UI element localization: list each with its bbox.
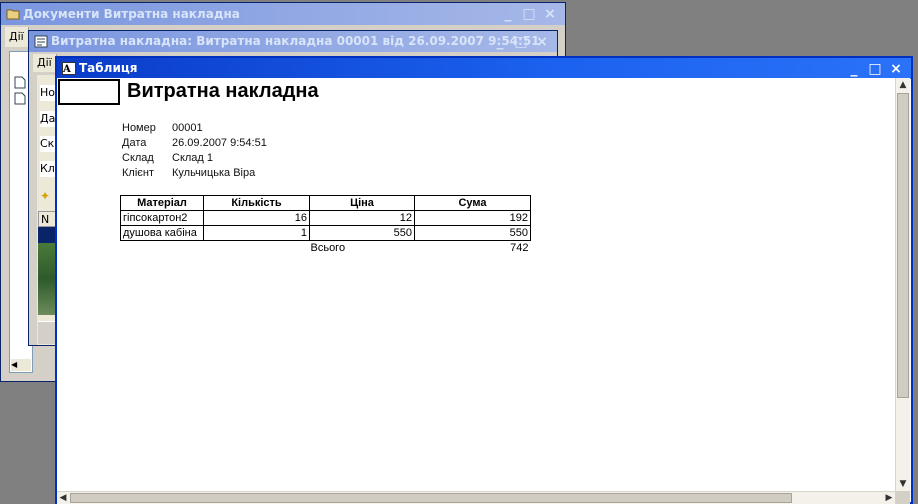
invoice-window-titlebar[interactable]: Витратна накладна: Витратна накладна 000… — [29, 31, 557, 52]
field-client-value: Кульчицька Віра — [172, 167, 256, 179]
documents-hscroll[interactable]: ◀ — [11, 359, 31, 371]
table-window-title: Таблиця — [79, 61, 138, 75]
document-icon — [14, 92, 26, 105]
scroll-up-icon[interactable]: ▲ — [896, 78, 910, 92]
column-header-sum: Сума — [414, 195, 531, 211]
vertical-scrollbar[interactable]: ▲ ▼ — [895, 78, 910, 491]
document-heading: Витратна накладна — [127, 80, 319, 102]
empty-cell — [121, 241, 204, 256]
column-header-material: Матеріал — [120, 195, 204, 211]
svg-text:A: A — [62, 64, 71, 75]
invoice-form-area: Но Да Ск Клі ✦ N — [37, 75, 58, 345]
scroll-right-icon[interactable]: ▶ — [883, 492, 895, 504]
field-date-label: Дата — [122, 137, 147, 149]
folder-icon — [6, 9, 20, 20]
invoice-menu-actions[interactable]: Дії — [33, 54, 57, 72]
materials-table: Матеріал Кількість Ціна Сума гіпсокартон… — [120, 195, 531, 255]
minimize-icon[interactable]: _ — [491, 34, 509, 50]
cell-price: 550 — [309, 225, 415, 241]
close-icon[interactable]: × — [541, 6, 559, 22]
horizontal-scroll-thumb[interactable] — [70, 493, 792, 503]
table-header-row: Матеріал Кількість Ціна Сума — [120, 195, 531, 211]
empty-cell — [204, 241, 310, 256]
close-icon[interactable]: × — [533, 34, 551, 50]
total-row: Всього 742 — [121, 241, 531, 256]
column-header-price: Ціна — [309, 195, 415, 211]
table-window-titlebar[interactable]: A Таблиця _ □ × — [57, 58, 911, 79]
table-row: душова кабіна 1 550 550 — [120, 225, 531, 241]
field-date-value: 26.09.2007 9:54:51 — [172, 137, 267, 149]
maximize-icon[interactable]: □ — [512, 34, 530, 50]
vertical-scroll-thumb[interactable] — [897, 93, 909, 398]
field-warehouse-value: Склад 1 — [172, 152, 214, 164]
documents-window-titlebar[interactable]: Документи Витратна накладна _ □ × — [1, 3, 565, 25]
invoice-window-title: Витратна накладна: Витратна накладна 000… — [51, 34, 540, 48]
cell-material: гіпсокартон2 — [120, 210, 204, 226]
cell-sum: 550 — [414, 225, 531, 241]
column-header-quantity: Кількість — [203, 195, 310, 211]
minimize-icon[interactable]: _ — [845, 61, 863, 77]
horizontal-scrollbar[interactable]: ◀ ▶ — [57, 491, 895, 504]
document-sheet[interactable]: Витратна накладна Номер 00001 Дата 26.09… — [57, 78, 895, 491]
close-icon[interactable]: × — [887, 61, 905, 77]
field-number-value: 00001 — [172, 122, 203, 134]
documents-menu-actions[interactable]: Дії — [5, 27, 29, 47]
selected-cell[interactable] — [58, 79, 120, 105]
maximize-icon[interactable]: □ — [866, 61, 884, 77]
total-value: 742 — [510, 242, 529, 254]
table-row: гіпсокартон2 16 12 192 — [120, 210, 531, 226]
cell-sum: 192 — [414, 210, 531, 226]
cell-quantity: 16 — [203, 210, 310, 226]
cell-material: душова кабіна — [120, 225, 204, 241]
maximize-icon[interactable]: □ — [520, 6, 538, 22]
total-label: Всього — [310, 242, 346, 254]
scroll-left-icon[interactable]: ◀ — [57, 492, 69, 504]
document-icon — [14, 76, 26, 89]
documents-window-title: Документи Витратна накладна — [23, 7, 240, 21]
cell-quantity: 1 — [203, 225, 310, 241]
scroll-down-icon[interactable]: ▼ — [896, 477, 910, 491]
cell-price: 12 — [309, 210, 415, 226]
table-icon: A — [62, 62, 76, 75]
minimize-icon[interactable]: _ — [499, 6, 517, 22]
field-client-label: Клієнт — [122, 167, 154, 179]
field-warehouse-label: Склад — [122, 152, 154, 164]
form-icon — [34, 35, 48, 48]
field-number-label: Номер — [122, 122, 156, 134]
scrollbar-corner — [895, 491, 910, 504]
